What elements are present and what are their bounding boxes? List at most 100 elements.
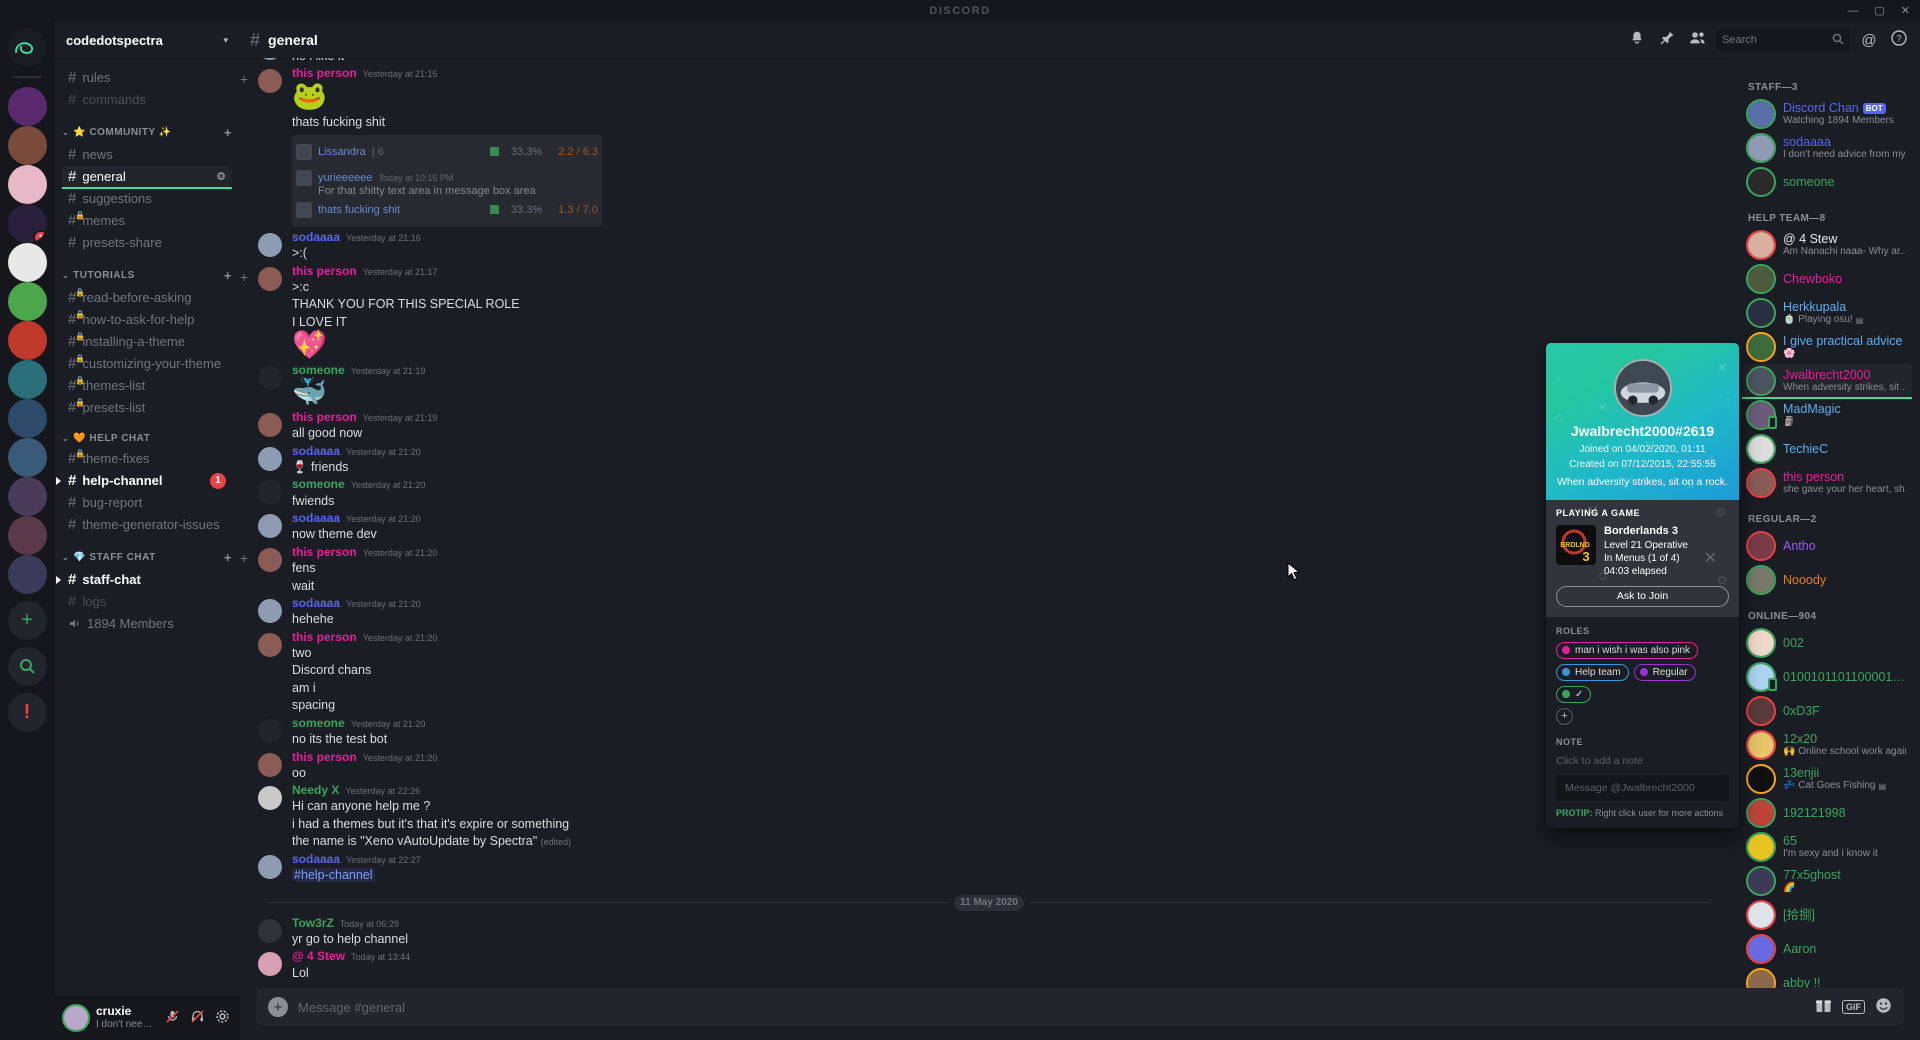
add-role-button[interactable]: + — [1556, 707, 1573, 725]
deafen-button[interactable] — [188, 1009, 207, 1027]
guild-icon-1[interactable] — [7, 87, 47, 126]
ask-to-join-button[interactable]: Ask to Join — [1556, 585, 1729, 607]
message-author[interactable]: someone — [292, 478, 345, 491]
message-list[interactable]: this person Yesterday at 21:15 For that sh… — [240, 58, 1734, 988]
sidebar-item-installing-a-theme[interactable]: # 🔒 installing-a-theme — [62, 331, 232, 352]
guild-icon-2[interactable] — [7, 126, 47, 165]
message-author[interactable]: Tow3rZ — [292, 916, 334, 930]
member-row[interactable]: 192121998 — [1742, 796, 1912, 830]
message-author[interactable]: someone — [292, 716, 345, 730]
sidebar-item-help-channel[interactable]: # help-channel 1 — [56, 470, 232, 491]
guild-icon-6[interactable] — [7, 282, 47, 321]
channel-category-2[interactable]: ⌄ TUTORIALS + — [54, 254, 240, 286]
add-channel-button[interactable]: + — [224, 550, 232, 565]
avatar[interactable] — [258, 69, 282, 94]
add-reaction-button[interactable]: + — [240, 269, 248, 285]
home-button[interactable] — [7, 28, 47, 67]
sidebar-item-staff-chat[interactable]: # staff-chat — [56, 569, 232, 590]
sidebar-item-theme-generator-issues[interactable]: # theme-generator-issues — [62, 514, 232, 535]
avatar[interactable] — [258, 718, 282, 743]
member-row[interactable]: I give practical advice 🌸 — [1742, 330, 1912, 364]
add-channel-button[interactable]: + — [224, 125, 232, 140]
gif-button[interactable]: GIF — [1842, 1000, 1865, 1014]
members-icon[interactable] — [1686, 30, 1708, 50]
sidebar-item-commands[interactable]: # commands — [62, 89, 232, 110]
avatar[interactable] — [258, 446, 282, 471]
channel-scroller[interactable]: # rules # commands ⌄ ⭐ COMMUNITY ✨ + # news # gene… — [54, 58, 240, 996]
message-input[interactable] — [298, 999, 1805, 1015]
member-row[interactable]: someone — [1742, 165, 1912, 199]
member-row[interactable]: Aaron — [1742, 932, 1912, 966]
member-row[interactable]: abby !! — [1742, 966, 1912, 988]
sidebar-item-bug-report[interactable]: # bug-report — [62, 492, 232, 513]
attach-file-button[interactable]: + — [268, 997, 288, 1017]
channel-mention[interactable]: #help-channel — [292, 868, 375, 883]
add-channel-button[interactable]: + — [224, 268, 232, 283]
message-author[interactable]: sodaaaa — [292, 596, 340, 610]
search-box[interactable] — [1716, 29, 1850, 51]
message-author[interactable]: Needy X — [292, 784, 339, 797]
role-pill-1[interactable]: Help team — [1556, 663, 1629, 681]
member-row[interactable]: 002 — [1742, 626, 1912, 660]
note-input[interactable]: Click to add a note — [1556, 753, 1729, 775]
avatar[interactable] — [258, 599, 282, 623]
member-row[interactable]: 01001011011000010111... — [1742, 660, 1912, 694]
member-row[interactable]: Discord Chan BOT Watching 1894 Members — [1742, 97, 1912, 131]
guild-icon-4[interactable]: 1 — [7, 204, 47, 243]
role-pill-3[interactable]: ✓ — [1556, 685, 1592, 703]
sidebar-item-read-before-asking[interactable]: # 🔒 read-before-asking — [62, 287, 232, 308]
member-row[interactable]: Jwalbrecht2000 When adversity strikes, si… — [1742, 364, 1912, 399]
message-author[interactable]: @ 4 Stew — [292, 950, 345, 963]
sidebar-item-logs[interactable]: # logs — [62, 591, 232, 612]
avatar[interactable] — [258, 232, 282, 257]
avatar[interactable] — [258, 632, 282, 657]
message-embed-preview[interactable]: Lissandra | 6 33.3% 2.2 / 6.3 yurieeeeee Toda… — [292, 134, 602, 227]
sidebar-item-presets-list[interactable]: # 🔒 presets-list — [62, 397, 232, 418]
message-author[interactable]: sodaaaa — [292, 230, 340, 244]
guild-icon-12[interactable] — [7, 516, 47, 555]
inbox-icon[interactable]: @ — [1858, 32, 1880, 49]
guild-header[interactable]: codedotspectra ▾ — [54, 22, 240, 58]
guild-icon-10[interactable] — [7, 438, 47, 477]
add-reaction-button[interactable]: + — [240, 71, 248, 87]
gear-icon[interactable]: ⚙ — [216, 170, 226, 183]
avatar[interactable] — [258, 413, 282, 438]
avatar[interactable] — [258, 547, 282, 572]
member-row[interactable]: @ 4 StewAm Nanachi naaa- Why ar...▤ — [1742, 228, 1912, 262]
member-row[interactable]: 12x20 🙌 Online school work again — [1742, 728, 1912, 762]
pin-icon[interactable] — [1656, 30, 1678, 50]
channel-category-1[interactable]: ⌄ ⭐ COMMUNITY ✨ + — [54, 111, 240, 143]
gift-icon[interactable] — [1815, 997, 1832, 1017]
user-settings-button[interactable] — [213, 1009, 232, 1027]
message-author[interactable]: this person — [292, 410, 357, 424]
avatar[interactable] — [258, 58, 282, 60]
channel-category-4[interactable]: ⌄ 💎 STAFF CHAT + — [54, 536, 240, 568]
avatar[interactable] — [258, 854, 282, 879]
member-row[interactable]: [拾捌] — [1742, 898, 1912, 932]
member-row[interactable]: Herkkupala 🍵 Playing osu! ▤ — [1742, 296, 1912, 330]
guild-icon-9[interactable] — [7, 399, 47, 438]
sidebar-item-presets-share[interactable]: # presets-share — [62, 232, 232, 253]
search-input[interactable] — [1722, 34, 1832, 46]
message-author[interactable]: sodaaaa — [292, 444, 340, 458]
maximize-button[interactable]: ▢ — [1874, 5, 1884, 17]
sidebar-item-memes[interactable]: # 🔒 memes — [62, 210, 232, 231]
message-author[interactable]: this person — [292, 545, 357, 559]
guild-icon-13[interactable] — [7, 555, 47, 594]
member-list[interactable]: STAFF—3 Discord Chan BOT Watching 1894 Memb… — [1734, 58, 1920, 988]
avatar[interactable] — [258, 786, 282, 811]
member-row[interactable]: 65 I'm sexy and i know it — [1742, 830, 1912, 864]
avatar[interactable] — [258, 514, 282, 539]
download-apps-button[interactable]: ! — [7, 693, 47, 732]
member-row[interactable]: MadMagic 🗿 — [1742, 398, 1912, 432]
add-reaction-button[interactable]: + — [240, 550, 248, 566]
user-profile-popout[interactable]: ○ ✕ ◁ ✕ ○ · ▽ △ ○ ✕ Jwalbrecht2000#2619 … — [1546, 343, 1739, 828]
member-row[interactable]: sodaaaaI don't need advice from my do... — [1742, 131, 1912, 165]
avatar[interactable] — [258, 480, 282, 505]
role-pill-0[interactable]: man i wish i was also pink — [1556, 641, 1699, 659]
member-row[interactable]: Chewboko — [1742, 262, 1912, 296]
user-info[interactable]: cruxie I don't need ad... — [96, 1005, 157, 1031]
explore-servers-button[interactable] — [7, 647, 47, 686]
message-author[interactable]: this person — [292, 630, 357, 644]
sidebar-item-general[interactable]: # general ⚙ — [62, 166, 232, 189]
